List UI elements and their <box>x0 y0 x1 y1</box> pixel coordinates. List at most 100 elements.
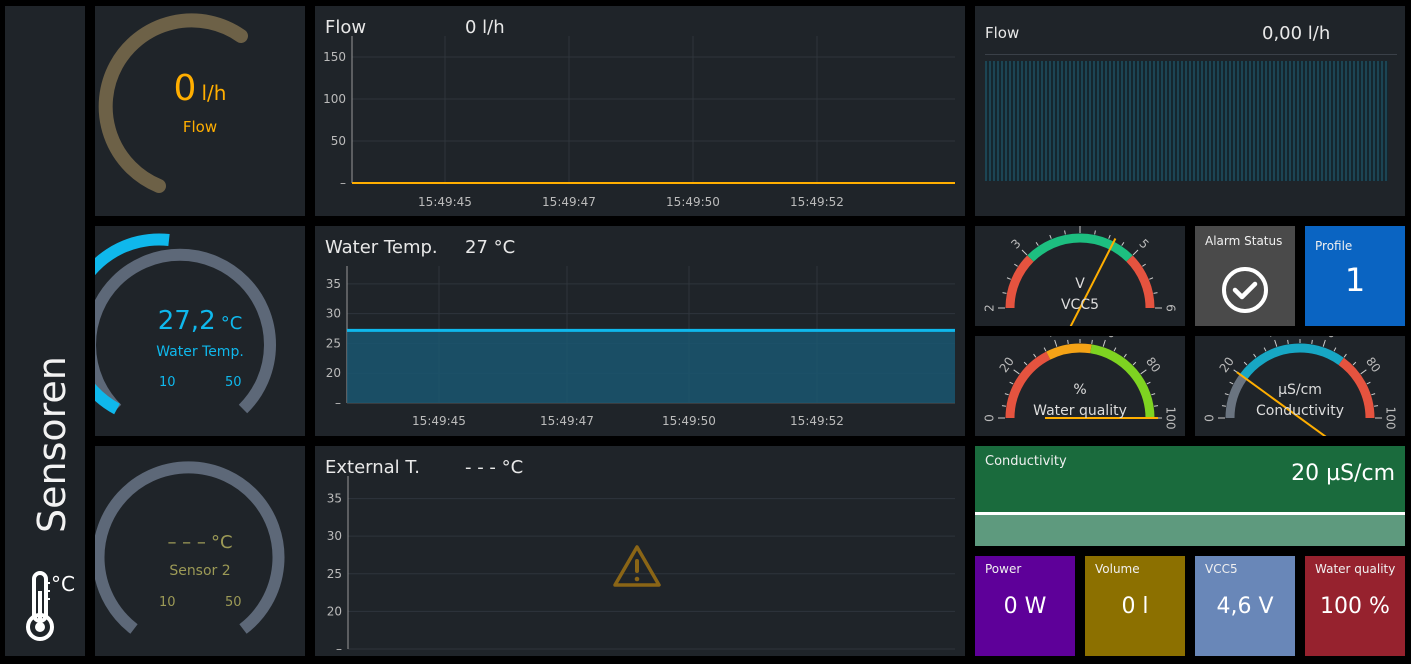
y-tick-label: 30 <box>327 529 342 543</box>
water-temp-gauge-tile[interactable]: 27,2 °C Water Temp. 10 50 <box>95 226 305 436</box>
flow-chart-tile[interactable]: Flow 0 l/h 150 100 50–15:49:45 15:49:47 15:4… <box>315 6 965 216</box>
gauge-tick <box>1049 234 1052 239</box>
x-tick-label: 15:49:50 <box>662 414 716 428</box>
gauge-tick-label: 20 <box>1217 355 1237 376</box>
vcc-gauge-unit: V <box>1075 276 1085 292</box>
gauge-zone <box>1239 343 1344 380</box>
flow-panel-value: 0,00 l/h <box>1262 23 1331 44</box>
power-tile[interactable]: Power 0 W <box>975 556 1075 656</box>
volume-title: Volume <box>1095 562 1140 576</box>
gauge-tick <box>1067 339 1069 345</box>
flow-gauge-value: 0 <box>173 68 197 109</box>
x-tick-label: 15:49:45 <box>418 195 472 209</box>
gauge-tick <box>1132 361 1137 366</box>
gauge-tick <box>1043 347 1047 352</box>
flow-gauge-tile[interactable]: 0 l/h Flow <box>95 6 305 216</box>
gauge-tick <box>1287 339 1289 345</box>
water-temp-gauge-label: Water Temp. <box>156 344 244 360</box>
y-tick-label: 30 <box>326 307 341 321</box>
gauge-tick <box>1054 339 1058 347</box>
y-tick-label: – <box>335 396 341 410</box>
alarm-status-tile[interactable]: Alarm Status <box>1195 226 1295 326</box>
warning-icon <box>612 543 662 589</box>
gauge-tick <box>1352 361 1357 366</box>
sensor2-gauge-label: Sensor 2 <box>169 563 231 579</box>
flow-panel-sparkline <box>985 61 1388 181</box>
water-quality-title: Water quality <box>1315 562 1396 576</box>
y-tick-label: 20 <box>326 366 341 380</box>
vcc-gauge-tile[interactable]: 23456 V VCC5 <box>975 226 1185 326</box>
gauge-tick <box>1142 263 1146 267</box>
gauge-tick <box>1113 347 1117 352</box>
profile-title: Profile <box>1315 239 1353 253</box>
gauge-tick <box>1014 263 1018 267</box>
water-temp-chart-tile[interactable]: Water Temp. 27 °C 35 30 25 20–15:49:45 15:49… <box>315 226 965 436</box>
flow-panel[interactable]: Flow 0,00 l/h <box>975 6 1405 216</box>
gauge-tick-label: 5 <box>1136 236 1151 251</box>
gauge-tick-label: 40 <box>1263 336 1282 341</box>
sensor2-gauge-tile[interactable]: – – – °C Sensor 2 10 50 <box>95 446 305 656</box>
conductivity-panel-title: Conductivity <box>985 454 1067 469</box>
gauge-tick <box>1153 292 1158 294</box>
flow-gauge-arc <box>98 13 248 193</box>
water-quality-gauge-label: Water quality <box>1033 403 1127 419</box>
water-temp-chart-plot: 35 30 25 20 – 15:49:45 15:49:47 15:49:50 15:49:5… <box>326 266 955 428</box>
gauge-tick <box>1108 234 1111 239</box>
x-tick-label: 15:49:45 <box>412 414 466 428</box>
water-quality-tile[interactable]: Water quality 100 % <box>1305 556 1405 656</box>
x-tick-label: 15:49:50 <box>666 195 720 209</box>
gauge-tick <box>1021 249 1028 256</box>
gauge-tick <box>1360 369 1367 375</box>
gauge-tick <box>1253 353 1257 358</box>
conductivity-panel-fill <box>975 515 1405 546</box>
volume-tile[interactable]: Volume 0 l <box>1085 556 1185 656</box>
flow-panel-title: Flow <box>985 24 1020 42</box>
water-temp-gauge-value: 27,2 <box>157 306 216 336</box>
y-tick-label: 25 <box>326 336 341 350</box>
power-title: Power <box>985 562 1022 576</box>
profile-tile[interactable]: Profile 1 <box>1305 226 1405 326</box>
gauge-tick <box>1343 353 1347 358</box>
gauge-zone <box>1046 343 1092 360</box>
gauge-tick-label: 60 <box>1099 336 1118 341</box>
gauge-tick <box>1123 353 1127 358</box>
sensor2-gauge-min: 10 <box>159 595 176 610</box>
y-tick-label: – <box>340 176 346 190</box>
gauge-tick <box>1023 361 1028 366</box>
gauge-tick <box>1035 242 1039 246</box>
conductivity-gauge-label: Conductivity <box>1256 403 1344 419</box>
sensor2-gauge-unit: °C <box>210 532 233 553</box>
gauge-tick-label: 80 <box>1143 355 1163 376</box>
gauge-tick <box>1102 339 1106 347</box>
conductivity-panel[interactable]: Conductivity 20 µS/cm <box>975 446 1405 546</box>
y-tick-label: 25 <box>327 567 342 581</box>
conductivity-panel-value: 20 µS/cm <box>1291 461 1395 486</box>
vcc5-tile[interactable]: VCC5 4,6 V <box>1195 556 1295 656</box>
gauge-tick <box>1121 242 1125 246</box>
sidebar-unit: °C <box>51 572 75 596</box>
vcc5-title: VCC5 <box>1205 562 1238 576</box>
sensor2-gauge-max: 50 <box>225 595 242 610</box>
volume-value: 0 l <box>1121 594 1149 619</box>
conductivity-gauge-tile[interactable]: 020406080100 µS/cm Conductivity <box>1195 336 1405 436</box>
gauge-tick <box>1132 249 1139 256</box>
gauge-tick-label: 20 <box>997 355 1017 376</box>
external-chart-tile[interactable]: External T. - - - °C 35 30 25 20– <box>315 446 965 656</box>
x-tick-label: 15:49:52 <box>790 195 844 209</box>
gauge-tick <box>1013 369 1020 375</box>
y-tick-label: 35 <box>326 277 341 291</box>
gauge-tick <box>1333 347 1337 352</box>
water-quality-value: 100 % <box>1320 594 1390 619</box>
gauge-tick <box>1263 347 1267 352</box>
y-tick-label: 35 <box>327 492 342 506</box>
water-quality-gauge-tile[interactable]: 020406080100 % Water quality <box>975 336 1185 436</box>
gauge-tick <box>1322 339 1326 347</box>
gauge-tick <box>1064 230 1066 235</box>
y-tick-label: 20 <box>327 604 342 618</box>
y-tick-label: 100 <box>323 92 346 106</box>
gauge-tick-label: 80 <box>1363 355 1383 376</box>
profile-value: 1 <box>1344 261 1366 299</box>
x-tick-label: 15:49:47 <box>540 414 594 428</box>
water-quality-gauge-unit: % <box>1073 382 1087 398</box>
flow-gauge-unit: l/h <box>201 81 227 105</box>
